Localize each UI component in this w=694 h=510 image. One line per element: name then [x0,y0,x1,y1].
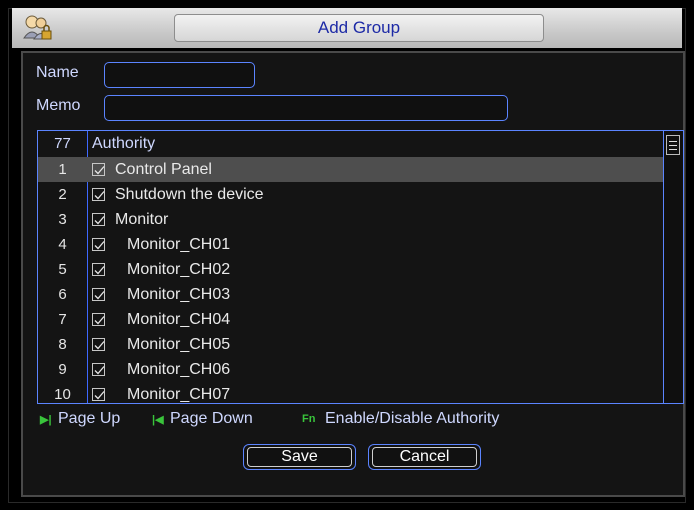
dialog-title: Add Group [317,18,401,37]
authority-checkbox[interactable] [92,338,105,351]
authority-checkbox[interactable] [92,288,105,301]
page-down-hint: Page Down [170,410,253,427]
cancel-button[interactable]: Cancel [368,444,481,470]
table-header: 77 Authority [38,131,664,156]
save-button[interactable]: Save [243,444,356,470]
table-row[interactable]: 10 Monitor_CH07 [38,382,664,403]
table-row[interactable]: 4 Monitor_CH01 [38,232,664,257]
authority-checkbox[interactable] [92,163,105,176]
table-row[interactable]: 3 Monitor [38,207,664,232]
authority-label: Monitor_CH05 [127,336,231,353]
authority-label: Monitor_CH02 [127,261,231,278]
table-row[interactable]: 7 Monitor_CH04 [38,307,664,332]
table-row[interactable]: 6 Monitor_CH03 [38,282,664,307]
fn-key-icon: Fn [302,413,316,425]
key-hints: ▶| Page Up |◀ Page Down Fn Enable/Disabl… [40,410,640,432]
authority-checkbox[interactable] [92,213,105,226]
authority-label: Monitor_CH07 [127,386,231,403]
table-row[interactable]: 9 Monitor_CH06 [38,357,664,382]
memo-label: Memo [36,97,81,114]
row-number: 9 [58,361,67,378]
authority-checkbox[interactable] [92,313,105,326]
authority-label: Monitor [115,211,169,228]
authority-header: Authority [92,135,156,152]
row-number: 1 [58,161,67,178]
table-row[interactable]: 5 Monitor_CH02 [38,257,664,282]
authority-checkbox[interactable] [92,363,105,376]
authority-label: Monitor_CH03 [127,286,231,303]
name-field[interactable] [104,62,255,88]
authority-table: 77 Authority 1 Control Panel 2 Shutdown the… [37,130,684,404]
authority-label: Monitor_CH01 [127,236,231,253]
fn-hint: Enable/Disable Authority [325,410,500,427]
authority-label: Shutdown the device [115,186,264,203]
authority-label: Control Panel [115,161,212,178]
name-label: Name [36,64,79,81]
row-number: 8 [58,336,67,353]
row-number: 10 [54,386,71,403]
authority-label: Monitor_CH04 [127,311,231,328]
row-number: 7 [58,311,67,328]
table-row[interactable]: 2 Shutdown the device [38,182,664,207]
authority-checkbox[interactable] [92,263,105,276]
save-label: Save [281,448,318,465]
page-down-icon: |◀ [152,414,164,426]
page-up-hint: Page Up [58,410,121,427]
row-number: 3 [58,211,67,228]
table-row[interactable]: 1 Control Panel [38,157,664,182]
authority-count: 77 [54,135,71,152]
table-row[interactable]: 8 Monitor_CH05 [38,332,664,357]
row-number: 6 [58,286,67,303]
users-lock-icon [20,12,54,44]
scrollbar[interactable] [663,131,683,403]
authority-checkbox[interactable] [92,388,105,401]
row-number: 4 [58,236,67,253]
cancel-label: Cancel [399,448,450,465]
authority-checkbox[interactable] [92,188,105,201]
authority-label: Monitor_CH06 [127,361,231,378]
authority-checkbox[interactable] [92,238,105,251]
page-up-icon: ▶| [40,414,52,426]
title-bar: Add Group [12,8,682,48]
scroll-thumb[interactable] [666,135,680,155]
row-number: 5 [58,261,67,278]
memo-field[interactable] [104,95,508,121]
row-number: 2 [58,186,67,203]
